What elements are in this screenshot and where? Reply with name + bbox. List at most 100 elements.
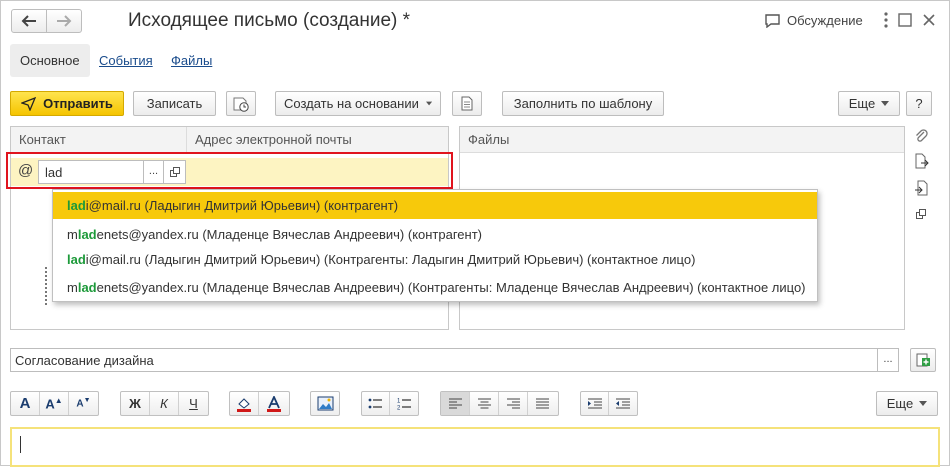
format-more-label: Еще — [886, 396, 914, 411]
underline-button[interactable]: Ч — [179, 392, 208, 415]
fill-by-template-button[interactable]: Заполнить по шаблону — [502, 91, 664, 116]
subject-template-button[interactable] — [910, 348, 936, 372]
tab-events[interactable]: События — [89, 44, 163, 77]
window-title: Исходящее письмо (создание) * — [128, 10, 411, 31]
align-center-icon — [477, 398, 491, 409]
font-button[interactable]: A — [11, 392, 40, 415]
open-link-icon — [916, 209, 926, 219]
underline-label: Ч — [189, 396, 198, 411]
autocomplete-item[interactable]: m lad enets@yandex.ru (Младенце Вячеслав А… — [53, 221, 817, 248]
match-highlight: lad — [67, 198, 86, 213]
expand-icon — [898, 13, 912, 27]
autocomplete-popup: lad i@mail.ru (Ладыгин Дмитрий Юрьевич) (… — [52, 189, 818, 302]
font-decrease-button[interactable]: A▼ — [69, 392, 98, 415]
bullet-list-icon — [368, 398, 382, 408]
dropdown-arrow-icon — [919, 401, 928, 406]
close-button[interactable] — [922, 13, 936, 27]
arrow-right-icon — [57, 15, 72, 27]
align-right-button[interactable] — [499, 392, 528, 415]
fill-color-icon — [237, 397, 251, 412]
close-icon — [923, 14, 935, 26]
numbered-list-icon: 12 — [397, 399, 411, 411]
match-highlight: lad — [77, 227, 97, 242]
vertical-dots-icon — [884, 12, 888, 28]
match-highlight: lad — [77, 280, 97, 295]
dropdown-arrow-icon — [881, 101, 890, 106]
add-green-icon — [916, 353, 930, 367]
create-based-on-button[interactable]: Создать на основании — [275, 91, 441, 116]
align-justify-button[interactable] — [528, 392, 557, 415]
send-button[interactable]: Отправить — [10, 91, 124, 116]
align-center-button[interactable] — [470, 392, 499, 415]
paper-plane-icon — [21, 96, 37, 111]
focus-highlight — [6, 152, 453, 189]
toolbar-more-label: Еще — [848, 96, 876, 111]
save-button[interactable]: Записать — [133, 91, 216, 116]
font-increase-icon: A▲ — [45, 395, 63, 412]
more-actions-button[interactable] — [880, 12, 892, 30]
forward-button[interactable] — [46, 9, 82, 33]
scheduled-send-icon — [233, 97, 249, 112]
autocomplete-item[interactable]: lad i@mail.ru (Ладыгин Дмитрий Юрьевич) (… — [53, 246, 817, 273]
toolbar-more-button[interactable]: Еще — [838, 91, 900, 116]
indent-increase-icon — [587, 398, 602, 409]
match-highlight: lad — [67, 252, 86, 267]
export-file-button[interactable] — [914, 153, 929, 169]
align-left-button[interactable] — [441, 392, 470, 415]
align-left-icon — [448, 398, 462, 409]
list-group: 12 — [361, 391, 419, 416]
import-file-button[interactable] — [914, 180, 929, 196]
font-increase-button[interactable]: A▲ — [40, 392, 69, 415]
font-size-group: A A▲ A▼ — [10, 391, 99, 416]
font-icon: A — [19, 395, 31, 412]
document-icon — [461, 96, 473, 111]
tab-main[interactable]: Основное — [10, 44, 90, 77]
italic-button[interactable]: К — [150, 392, 179, 415]
text-color-button[interactable] — [259, 392, 288, 415]
numbered-list-button[interactable]: 12 — [390, 392, 418, 415]
files-header: Файлы — [460, 127, 904, 153]
indent-decrease-icon — [616, 398, 630, 409]
subject-choice-button[interactable]: ... — [877, 348, 899, 372]
file-import-icon — [915, 180, 928, 196]
arrow-left-icon — [21, 15, 36, 27]
autocomplete-item[interactable]: lad i@mail.ru (Ладыгин Дмитрий Юрьевич) (… — [53, 192, 817, 219]
indent-group — [580, 391, 638, 416]
text-cursor — [20, 436, 21, 453]
italic-label: К — [160, 396, 168, 411]
dropdown-arrow-icon — [425, 101, 432, 106]
fullscreen-button[interactable] — [898, 13, 912, 27]
background-color-button[interactable] — [230, 392, 259, 415]
format-more-button[interactable]: Еще — [876, 391, 938, 416]
image-icon — [317, 396, 333, 411]
send-later-button[interactable] — [226, 91, 256, 116]
bold-button[interactable]: Ж — [121, 392, 150, 415]
print-button[interactable] — [452, 91, 482, 116]
insert-image-button[interactable] — [310, 391, 340, 416]
indent-decrease-button[interactable] — [609, 392, 637, 415]
back-button[interactable] — [11, 9, 47, 33]
indent-increase-button[interactable] — [581, 392, 610, 415]
help-button[interactable]: ? — [906, 91, 932, 116]
create-based-on-label: Создать на основании — [284, 96, 419, 111]
tab-files[interactable]: Файлы — [161, 44, 222, 77]
bullet-list-button[interactable] — [362, 392, 391, 415]
attach-file-button[interactable] — [914, 128, 928, 144]
discussion-label: Обсуждение — [787, 13, 863, 28]
message-body-editor[interactable] — [10, 427, 940, 467]
paperclip-icon — [916, 129, 928, 142]
color-group — [229, 391, 290, 416]
font-decrease-icon: A▼ — [76, 397, 91, 410]
chat-bubble-icon — [765, 13, 780, 28]
autocomplete-item[interactable]: m lad enets@yandex.ru (Младенце Вячеслав А… — [53, 274, 817, 301]
file-export-icon — [915, 153, 929, 169]
align-right-icon — [506, 398, 520, 409]
send-label: Отправить — [43, 96, 113, 111]
text-color-icon — [266, 395, 281, 412]
svg-text:2: 2 — [397, 406, 401, 411]
open-file-button[interactable] — [916, 209, 926, 219]
subject-input[interactable]: Согласование дизайна — [10, 348, 878, 372]
discussion-button[interactable]: Обсуждение — [764, 13, 863, 28]
align-group — [440, 391, 559, 416]
subject-value: Согласование дизайна — [15, 352, 154, 368]
